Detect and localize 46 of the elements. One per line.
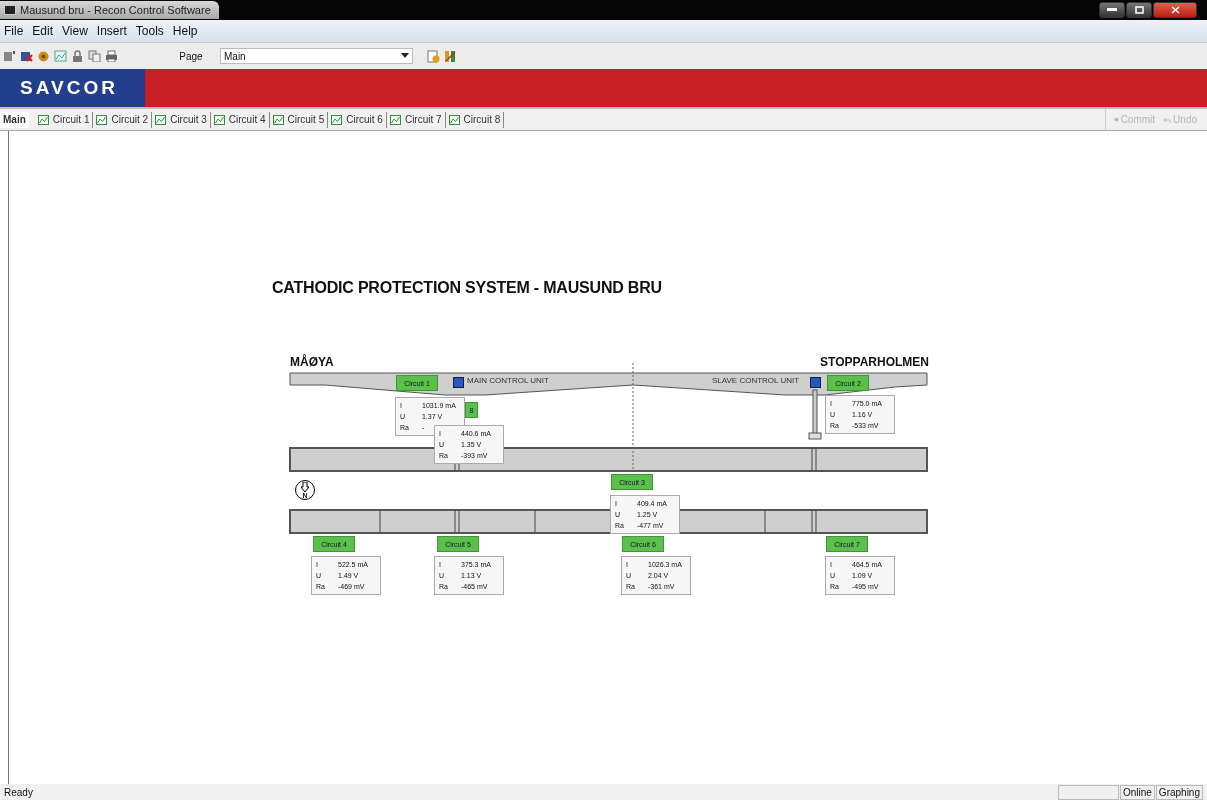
undo-icon (1163, 116, 1172, 123)
close-icon (1170, 6, 1180, 14)
location-label: MÅØYA (290, 355, 334, 369)
unit-label: SLAVE CONTROL UNIT (712, 376, 800, 386)
close-button[interactable] (1153, 2, 1197, 18)
minimize-icon (1107, 8, 1117, 12)
toolbar-icon[interactable] (20, 50, 33, 62)
lock-icon[interactable] (71, 50, 84, 62)
maximize-button[interactable] (1126, 2, 1152, 18)
tab[interactable]: Circuit 1 (34, 111, 94, 128)
status-panel: Graphing (1155, 784, 1203, 800)
menu-item[interactable]: Tools (135, 24, 164, 38)
copy-icon[interactable] (88, 50, 101, 62)
dropdown-arrow-icon (401, 53, 409, 59)
menu-item[interactable]: View (62, 24, 88, 38)
status-panel: Online (1119, 784, 1155, 800)
location-label: STOPPARHOLMEN (820, 355, 929, 369)
menu-item[interactable]: File (4, 24, 24, 38)
menu-item[interactable]: Insert (96, 24, 127, 38)
page-dropdown[interactable]: Main (220, 48, 413, 64)
maximize-icon (1134, 6, 1144, 14)
toolbar-icon[interactable] (444, 49, 457, 63)
minimize-button[interactable] (1099, 2, 1125, 18)
page-label: Page (178, 50, 204, 62)
tab[interactable]: Main (0, 111, 29, 128)
menu-item[interactable]: Help (172, 24, 198, 38)
tab[interactable]: Circuit 8 (445, 111, 505, 128)
window-title: Mausund bru - Recon Control Software (20, 4, 211, 16)
toolbar-icon[interactable] (37, 50, 50, 62)
tab[interactable]: Circuit 2 (93, 111, 153, 128)
unit-label: MAIN CONTROL UNIT (467, 376, 549, 386)
control-unit-icon (810, 377, 821, 388)
toolbar-icon[interactable] (3, 50, 16, 62)
control-unit-icon (453, 377, 464, 388)
tab[interactable]: Circuit 4 (210, 111, 270, 128)
tab[interactable]: Circuit 7 (386, 111, 446, 128)
diagram-title: CATHODIC PROTECTION SYSTEM - MAUSUND BRU (272, 279, 662, 297)
tab[interactable]: Circuit 3 (152, 111, 211, 128)
menu-item[interactable]: Edit (32, 24, 54, 38)
app-icon (4, 5, 16, 15)
print-icon[interactable] (105, 50, 118, 62)
status-panel (1057, 784, 1119, 800)
tab[interactable]: Circuit 6 (328, 111, 387, 128)
status-message: Ready (3, 786, 34, 798)
tab[interactable]: Circuit 5 (269, 111, 329, 128)
logo: SAVCOR (0, 69, 145, 107)
